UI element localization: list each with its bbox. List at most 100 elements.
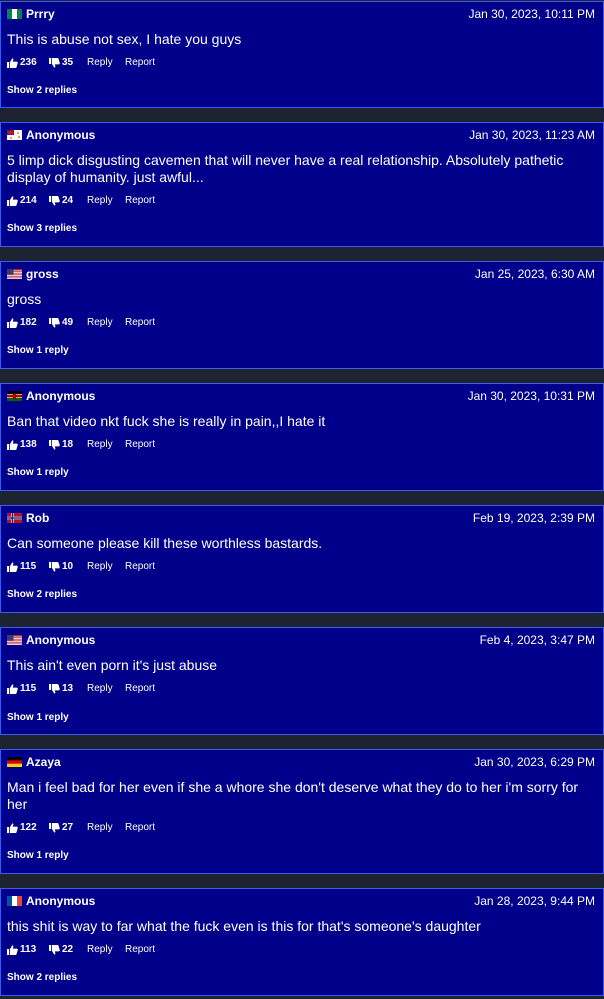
germany-flag-icon (7, 757, 22, 767)
reply-button[interactable]: Reply (87, 944, 113, 955)
username[interactable]: Anonymous (26, 128, 95, 142)
comment-header: Rob Feb 19, 2023, 2:39 PM (7, 511, 595, 525)
like-count: 182 (20, 317, 37, 328)
username[interactable]: gross (26, 267, 59, 281)
comment-text: gross (7, 291, 42, 307)
thumbs-up-icon[interactable] (7, 58, 18, 68)
reply-button[interactable]: Reply (87, 683, 113, 694)
reply-button[interactable]: Reply (87, 195, 113, 206)
thumbs-up-icon[interactable] (7, 318, 18, 328)
reply-button[interactable]: Reply (87, 561, 113, 572)
thumbs-up-icon[interactable] (7, 562, 18, 572)
comment-text: Can someone please kill these worthless … (7, 535, 323, 551)
thumbs-down-icon[interactable] (49, 823, 60, 833)
comment-text: this shit is way to far what the fuck ev… (7, 918, 481, 934)
france-flag-icon (7, 896, 22, 906)
username[interactable]: Anonymous (26, 389, 95, 403)
report-button[interactable]: Report (125, 944, 155, 955)
thumbs-down-icon[interactable] (49, 684, 60, 694)
thumbs-up-icon[interactable] (7, 945, 18, 955)
report-button[interactable]: Report (125, 439, 155, 450)
dislike-count: 24 (62, 195, 74, 206)
comment-header: Anonymous Jan 28, 2023, 9:44 PM (7, 894, 595, 908)
report-button[interactable]: Report (125, 822, 155, 833)
dislike-count: 13 (62, 683, 74, 694)
comment-date: Jan 28, 2023, 9:44 PM (474, 894, 595, 908)
australia-flag-icon (7, 130, 22, 140)
comment-text: This ain't even porn it's just abuse (7, 657, 218, 673)
show-replies-button[interactable]: Show 1 reply (7, 712, 69, 723)
comment-date: Jan 30, 2023, 10:11 PM (468, 7, 595, 21)
reply-button[interactable]: Reply (87, 57, 113, 68)
show-replies-button[interactable]: Show 1 reply (7, 850, 69, 861)
username[interactable]: Anonymous (26, 633, 95, 647)
norway-flag-icon (7, 513, 22, 523)
show-replies-button[interactable]: Show 2 replies (7, 972, 77, 983)
like-count: 122 (20, 822, 37, 833)
username[interactable]: Prrry (26, 7, 55, 21)
report-button[interactable]: Report (125, 195, 155, 206)
thumbs-down-icon[interactable] (49, 945, 60, 955)
thumbs-down-icon[interactable] (49, 562, 60, 572)
comment-card: Anonymous Feb 4, 2023, 3:47 PM This ain'… (0, 627, 604, 735)
usa-flag-icon (7, 635, 22, 645)
like-count: 214 (20, 195, 37, 206)
reply-button[interactable]: Reply (87, 439, 113, 450)
username[interactable]: Rob (26, 511, 49, 525)
username[interactable]: Anonymous (26, 894, 95, 908)
comment-header: gross Jan 25, 2023, 6:30 AM (7, 267, 595, 281)
report-button[interactable]: Report (125, 683, 155, 694)
kenya-flag-icon (7, 391, 22, 401)
like-count: 236 (20, 57, 37, 68)
dislike-count: 35 (62, 57, 74, 68)
comment-card: Anonymous Jan 30, 2023, 11:23 AM 5 limp … (0, 122, 604, 247)
dislike-count: 10 (62, 561, 74, 572)
comment-feed: Prrry Jan 30, 2023, 10:11 PM This is abu… (0, 0, 604, 999)
comment-card: Anonymous Jan 28, 2023, 9:44 PM this shi… (0, 888, 604, 996)
thumbs-down-icon[interactable] (49, 58, 60, 68)
thumbs-up-icon[interactable] (7, 440, 18, 450)
thumbs-up-icon[interactable] (7, 196, 18, 206)
show-replies-button[interactable]: Show 2 replies (7, 85, 77, 96)
dislike-count: 27 (62, 822, 74, 833)
comment-date: Jan 30, 2023, 10:31 PM (467, 389, 595, 403)
thumbs-down-icon[interactable] (49, 196, 60, 206)
show-replies-button[interactable]: Show 1 reply (7, 345, 69, 356)
comment-header: Anonymous Feb 4, 2023, 3:47 PM (7, 633, 595, 647)
comment-text: This is abuse not sex, I hate you guys (7, 31, 242, 47)
usa-flag-icon (7, 269, 22, 279)
comment-date: Feb 4, 2023, 3:47 PM (479, 633, 595, 647)
comment-card: Prrry Jan 30, 2023, 10:11 PM This is abu… (0, 1, 604, 108)
comment-date: Jan 25, 2023, 6:30 AM (474, 267, 595, 281)
reply-button[interactable]: Reply (87, 317, 113, 328)
show-replies-button[interactable]: Show 1 reply (7, 467, 69, 478)
comment-card: Azaya Jan 30, 2023, 6:29 PM Man i feel b… (0, 749, 604, 874)
reply-button[interactable]: Reply (87, 822, 113, 833)
thumbs-down-icon[interactable] (49, 440, 60, 450)
comment-header: Azaya Jan 30, 2023, 6:29 PM (7, 755, 595, 769)
comment-text: Ban that video nkt fuck she is really in… (7, 413, 326, 429)
comment-header: Anonymous Jan 30, 2023, 10:31 PM (7, 389, 595, 403)
comment-header: Anonymous Jan 30, 2023, 11:23 AM (7, 128, 595, 142)
comment-date: Jan 30, 2023, 6:29 PM (474, 755, 595, 769)
comment-card: Anonymous Jan 30, 2023, 10:31 PM Ban tha… (0, 383, 604, 491)
comment-text: Man i feel bad for her even if she a who… (7, 779, 579, 812)
comment-date: Feb 19, 2023, 2:39 PM (472, 511, 595, 525)
show-replies-button[interactable]: Show 2 replies (7, 589, 77, 600)
like-count: 138 (20, 439, 37, 450)
nigeria-flag-icon (7, 9, 22, 19)
thumbs-up-icon[interactable] (7, 684, 18, 694)
thumbs-down-icon[interactable] (49, 318, 60, 328)
username[interactable]: Azaya (26, 755, 61, 769)
dislike-count: 22 (62, 944, 74, 955)
dislike-count: 18 (62, 439, 74, 450)
comment-text: 5 limp dick disgusting cavemen that will… (7, 152, 564, 185)
comment-card: Rob Feb 19, 2023, 2:39 PM Can someone pl… (0, 505, 604, 613)
show-replies-button[interactable]: Show 3 replies (7, 223, 77, 234)
report-button[interactable]: Report (125, 317, 155, 328)
thumbs-up-icon[interactable] (7, 823, 18, 833)
comment-card: gross Jan 25, 2023, 6:30 AM gross 182 49… (0, 261, 604, 369)
like-count: 113 (20, 944, 37, 955)
report-button[interactable]: Report (125, 57, 155, 68)
report-button[interactable]: Report (125, 561, 155, 572)
